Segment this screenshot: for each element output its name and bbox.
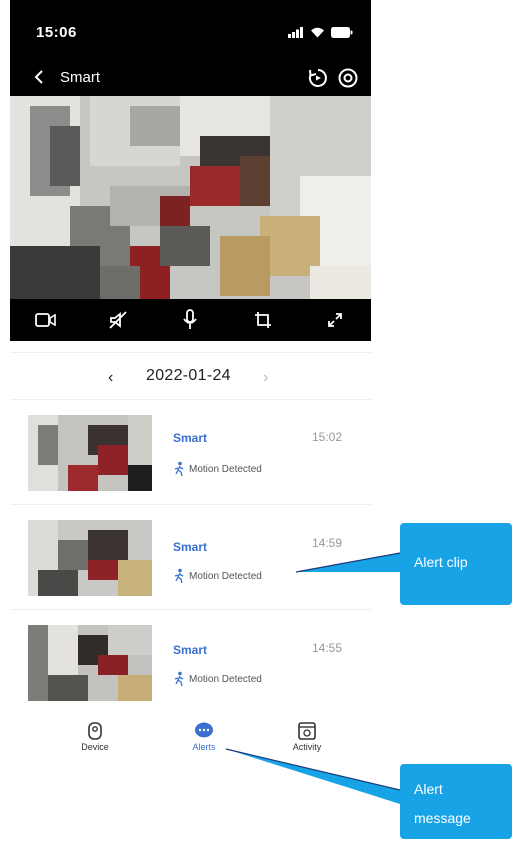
alert-event-label: Motion Detected (189, 463, 262, 475)
alert-time: 15:02 (312, 430, 343, 444)
alert-message-callout: Alert message (400, 764, 512, 839)
mute-button[interactable] (104, 306, 132, 334)
wifi-icon (310, 25, 325, 43)
settings-icon (338, 68, 358, 88)
motion-icon (174, 461, 184, 477)
date-selector: ‹ 2022-01-24 › (10, 352, 371, 400)
alert-item[interactable]: Smart 15:02 Motion Detected (10, 401, 371, 505)
phone-screen: 15:06 Smart ‹ 2022-01-24 › Smart 15:02 M… (10, 0, 371, 841)
alert-event: Motion Detected (173, 568, 262, 584)
screenshot-button[interactable] (249, 306, 277, 334)
activity-icon (298, 722, 316, 740)
alerts-icon (195, 722, 213, 738)
record-button[interactable] (32, 306, 60, 334)
nav-header: Smart (10, 60, 371, 96)
back-arrow-icon (33, 69, 45, 89)
alert-thumbnail (28, 415, 152, 491)
motion-icon (174, 671, 184, 687)
video-camera-icon (35, 313, 56, 327)
previous-date-button[interactable]: ‹ (108, 369, 113, 387)
alert-message-callout-line2: message (414, 810, 471, 826)
speaker-muted-icon (109, 311, 127, 329)
selected-date: 2022-01-24 (146, 367, 231, 384)
nav-label-alerts: Alerts (192, 742, 216, 752)
alert-event-label: Motion Detected (189, 673, 262, 685)
nav-label-device: Device (81, 742, 109, 752)
nav-label-activity: Activity (292, 742, 322, 752)
crop-icon (254, 312, 271, 328)
talk-button[interactable] (176, 306, 204, 334)
back-button[interactable] (28, 68, 50, 90)
alert-thumbnail (28, 625, 152, 701)
alert-thumbnail (28, 520, 152, 596)
alert-clip-callout-text: Alert clip (414, 554, 468, 570)
live-video[interactable] (10, 96, 371, 299)
next-date-button[interactable]: › (263, 369, 268, 387)
playback-icon (308, 69, 327, 87)
battery-icon (331, 25, 353, 43)
nav-item-alerts[interactable]: Alerts (164, 722, 244, 752)
alert-event-label: Motion Detected (189, 570, 262, 582)
alert-item[interactable]: Smart 14:59 Motion Detected (10, 506, 371, 610)
alert-title: Smart (173, 540, 208, 554)
device-icon (88, 722, 102, 740)
motion-icon (174, 568, 184, 584)
video-controls (10, 299, 371, 341)
settings-button[interactable] (336, 66, 360, 90)
alert-clip-callout: Alert clip (400, 523, 512, 605)
status-icons (288, 25, 353, 43)
alert-time: 14:59 (312, 536, 343, 550)
page-title: Smart (60, 69, 101, 86)
signal-icon (288, 25, 304, 43)
playback-button[interactable] (306, 66, 330, 90)
bottom-nav: Device Alerts Activity (10, 718, 371, 770)
expand-icon (327, 313, 342, 327)
alert-title: Smart (173, 431, 208, 445)
fullscreen-button[interactable] (321, 306, 349, 334)
alert-item[interactable]: Smart 14:55 Motion Detected (10, 611, 371, 715)
status-time: 15:06 (36, 24, 77, 41)
alert-time: 14:55 (312, 641, 343, 655)
alert-title: Smart (173, 643, 208, 657)
nav-item-activity[interactable]: Activity (267, 722, 347, 752)
nav-item-device[interactable]: Device (55, 722, 135, 752)
microphone-icon (183, 309, 198, 329)
alert-message-callout-line1: Alert (414, 781, 443, 797)
alert-event: Motion Detected (173, 671, 262, 687)
alert-event: Motion Detected (173, 461, 262, 477)
status-bar: 15:06 (10, 0, 371, 60)
